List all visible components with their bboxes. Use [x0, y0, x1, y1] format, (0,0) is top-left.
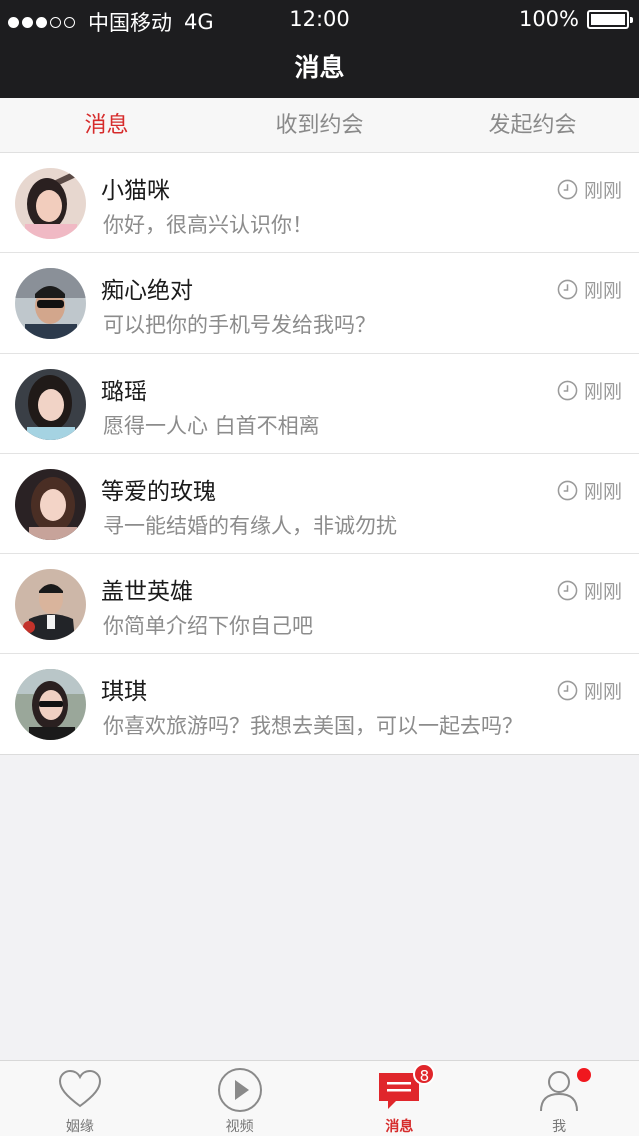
avatar [15, 669, 86, 741]
time-label: 刚刚 [583, 480, 622, 503]
tabbar-item-me[interactable]: 我 [479, 1061, 639, 1136]
message-preview: 你简单介绍下你自己吧 [103, 614, 313, 639]
clock-icon [557, 681, 578, 701]
message-preview: 你喜欢旅游吗？我想去美国，可以一起去吗？ [103, 714, 523, 739]
tab-initiated-dates[interactable]: 发起约会 [426, 98, 639, 152]
message-row[interactable]: 等爱的玫瑰 寻一能结婚的有缘人，非诚勿扰 刚刚 [0, 453, 639, 555]
avatar [15, 569, 86, 641]
tabbar-item-video[interactable]: 视频 [160, 1061, 320, 1136]
clock-icon [557, 580, 578, 601]
message-preview: 可以把你的手机号发给我吗？ [103, 313, 376, 338]
message-row[interactable]: 琪琪 你喜欢旅游吗？我想去美国，可以一起去吗？ 刚刚 [0, 654, 639, 755]
avatar [15, 468, 86, 540]
tabbar-label: 视频 [225, 1119, 254, 1135]
tab-received-dates[interactable]: 收到约会 [213, 98, 426, 152]
contact-name: 璐瑶 [101, 378, 147, 405]
message-time: 刚刚 [557, 677, 622, 704]
profile-icon [540, 1071, 579, 1112]
time-label: 刚刚 [583, 280, 622, 303]
tabbar-item-match[interactable]: 姻缘 [0, 1061, 160, 1136]
unread-badge: 8 [413, 1063, 436, 1085]
contact-name: 等爱的玫瑰 [101, 478, 216, 505]
contact-name: 盖世英雄 [101, 579, 193, 606]
message-time: 刚刚 [557, 477, 622, 504]
message-preview: 寻一能结婚的有缘人，非诚勿扰 [103, 513, 397, 538]
clock-icon [557, 179, 578, 200]
clock-icon [557, 480, 578, 501]
tabbar-label: 消息 [385, 1119, 414, 1135]
segment-tabs: 消息 收到约会 发起约会 [0, 98, 639, 153]
play-icon [217, 1068, 262, 1112]
time-label: 刚刚 [583, 581, 622, 604]
clock-icon [557, 279, 578, 300]
time-label: 刚刚 [583, 380, 622, 403]
tabbar-item-messages[interactable]: 8 消息 [320, 1061, 480, 1136]
time-label: 刚刚 [583, 681, 622, 704]
message-list: 小猫咪 你好，很高兴认识你！ 刚刚 痴心绝对 可以把你的手机号发给我吗？ 刚刚 [0, 153, 639, 755]
avatar [15, 368, 86, 440]
time-label: 刚刚 [583, 180, 622, 202]
status-bar: 中国移动 4G 12:00 100% [0, 0, 639, 40]
tab-messages[interactable]: 消息 [0, 98, 213, 152]
avatar [15, 268, 86, 340]
heart-icon [58, 1069, 101, 1108]
battery-icon [587, 9, 633, 29]
bottom-tab-bar: 姻缘 视频 8 消息 我 [0, 1060, 639, 1136]
contact-name: 小猫咪 [101, 178, 170, 204]
message-row[interactable]: 盖世英雄 你简单介绍下你自己吧 刚刚 [0, 554, 639, 655]
header: 中国移动 4G 12:00 100% 消息 [0, 0, 639, 98]
battery-percent: 100% [518, 7, 579, 31]
message-time: 刚刚 [557, 276, 622, 303]
message-time: 刚刚 [557, 377, 622, 404]
contact-name: 琪琪 [101, 679, 147, 706]
message-row[interactable]: 痴心绝对 可以把你的手机号发给我吗？ 刚刚 [0, 253, 639, 354]
message-row[interactable]: 小猫咪 你好，很高兴认识你！ 刚刚 [0, 153, 639, 254]
message-time: 刚刚 [557, 577, 622, 604]
message-time: 刚刚 [557, 176, 622, 203]
notification-dot [577, 1068, 592, 1082]
clock-icon [557, 380, 578, 400]
message-preview: 愿得一人心 白首不相离 [103, 413, 320, 438]
contact-name: 痴心绝对 [101, 278, 193, 305]
message-row[interactable]: 璐瑶 愿得一人心 白首不相离 刚刚 [0, 353, 639, 454]
page-title: 消息 [294, 53, 345, 82]
tabbar-label: 姻缘 [65, 1119, 94, 1135]
message-preview: 你好，很高兴认识你！ [103, 213, 313, 237]
avatar [15, 168, 86, 239]
tabbar-label: 我 [552, 1119, 567, 1135]
